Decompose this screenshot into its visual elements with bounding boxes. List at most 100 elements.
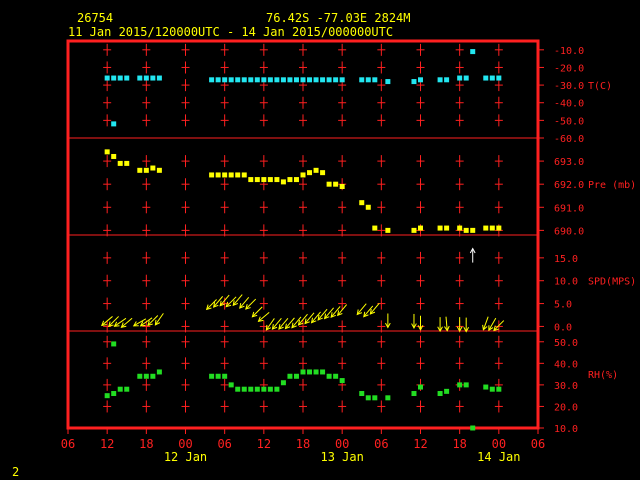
pressure-point [261, 177, 267, 183]
y-tick-label: 691.0 [554, 203, 584, 214]
humidity-point [248, 386, 254, 392]
humidity-point [274, 386, 280, 392]
pressure-point [411, 227, 417, 233]
temperature-point [470, 49, 476, 55]
pressure-point [463, 227, 469, 233]
temperature-point [156, 75, 162, 81]
panel-label: RH(%) [588, 370, 618, 381]
y-tick-label: 0.0 [554, 322, 572, 333]
x-tick-label: 06 [217, 437, 231, 451]
y-tick-label: -30.0 [554, 81, 584, 92]
temperature-point [365, 77, 371, 83]
humidity-point [222, 373, 228, 379]
x-tick-label: 06 [531, 437, 545, 451]
y-tick-label: 50.0 [554, 338, 578, 349]
humidity-point [143, 373, 149, 379]
y-tick-label: 30.0 [554, 381, 578, 392]
humidity-point [209, 373, 215, 379]
pressure-point [326, 181, 332, 187]
pressure-point [470, 227, 476, 233]
pressure-point [274, 177, 280, 183]
temperature-point [235, 77, 241, 83]
pressure-point [287, 177, 293, 183]
humidity-point [418, 384, 423, 390]
humidity-point [489, 386, 495, 392]
temperature-point [280, 77, 286, 83]
meteogram-figure: 26754 76.42S -77.03E 2824M 11 Jan 2015/1… [12, 11, 636, 479]
x-tick-label: 00 [335, 437, 349, 451]
date-label: 13 Jan [320, 450, 363, 464]
temperature-point [313, 77, 319, 83]
temperature-point [137, 75, 143, 81]
pressure-point [248, 177, 254, 183]
pressure-point [333, 181, 339, 187]
humidity-point [261, 386, 267, 392]
temperature-point [222, 77, 228, 83]
humidity-point [241, 386, 247, 392]
y-tick-label: 692.0 [554, 180, 584, 191]
pressure-point [300, 172, 306, 178]
humidity-point [280, 380, 286, 386]
temperature-point [215, 77, 221, 83]
temperature-point [287, 77, 293, 83]
wind-arrow [120, 317, 133, 328]
temperature-point [385, 79, 391, 85]
y-tick-label: -40.0 [554, 99, 584, 110]
humidity-point [326, 373, 332, 379]
temperature-point [457, 75, 463, 81]
x-tick-label: 12 [413, 437, 427, 451]
y-tick-label: -50.0 [554, 116, 584, 127]
humidity-point [411, 391, 417, 397]
humidity-point [444, 388, 450, 394]
date-label: 14 Jan [477, 450, 520, 464]
wind-arrow [132, 318, 147, 327]
temperature-point [117, 75, 123, 81]
wind-arrow [456, 317, 463, 333]
pressure-point [215, 172, 221, 178]
temperature-point [489, 75, 495, 81]
humidity-point [111, 341, 117, 347]
wind-arrow [444, 316, 450, 332]
temperature-point [111, 121, 117, 127]
humidity-point [437, 391, 443, 397]
x-tick-label: 18 [139, 437, 153, 451]
temperature-point [261, 77, 267, 83]
y-tick-label: 10.0 [554, 277, 578, 288]
pressure-point [372, 225, 378, 231]
time-range: 11 Jan 2015/120000UTC - 14 Jan 2015/0000… [68, 25, 393, 39]
humidity-point [287, 373, 293, 379]
pressure-point [307, 170, 313, 176]
pressure-point [228, 172, 234, 178]
pressure-point [444, 225, 450, 231]
temperature-point [209, 77, 215, 83]
humidity-point [117, 386, 123, 392]
temperature-point [463, 75, 469, 81]
temperature-point [483, 75, 489, 81]
humidity-point [254, 386, 260, 392]
wind-arrow [463, 317, 470, 333]
temperature-point [104, 75, 110, 81]
pressure-point [241, 172, 247, 178]
wind-arrow-shaft [245, 298, 257, 310]
temperature-point [228, 77, 234, 83]
wind-arrow [219, 294, 230, 307]
pressure-point [359, 200, 365, 206]
humidity-point [496, 386, 502, 392]
wind-arrow [205, 299, 217, 311]
pressure-point [483, 225, 489, 231]
humidity-point [333, 373, 339, 379]
humidity-point [470, 425, 476, 431]
temperature-point [339, 77, 345, 83]
wind-arrow [245, 298, 257, 310]
humidity-point [228, 382, 234, 388]
pressure-point [280, 179, 286, 185]
pressure-point [209, 172, 215, 178]
page-number: 2 [12, 465, 19, 479]
x-tick-label: 18 [296, 437, 310, 451]
x-tick-label: 18 [452, 437, 466, 451]
temperature-point [267, 77, 273, 83]
wind-arrow-shaft [252, 306, 263, 318]
x-tick-label: 06 [61, 437, 75, 451]
pressure-point [385, 227, 391, 233]
y-tick-label: -20.0 [554, 63, 584, 74]
